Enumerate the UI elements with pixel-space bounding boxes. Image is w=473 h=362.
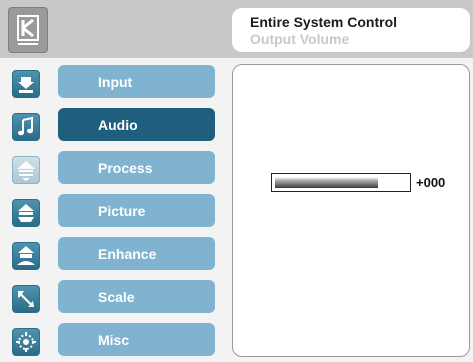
page-subtitle: Output Volume	[250, 31, 350, 47]
menu-item-process[interactable]: Process	[0, 150, 220, 190]
audio-button[interactable]: Audio	[58, 108, 215, 141]
enhance-icon	[12, 242, 40, 270]
menu-item-picture[interactable]: Picture	[0, 193, 220, 233]
menu-item-misc[interactable]: Misc	[0, 322, 220, 362]
menu-item-input[interactable]: Input	[0, 64, 220, 104]
process-button[interactable]: Process	[58, 151, 215, 184]
music-note-icon	[12, 113, 40, 141]
enhance-button[interactable]: Enhance	[58, 237, 215, 270]
scale-icon	[12, 285, 40, 313]
output-volume-value: +000	[416, 175, 446, 190]
content-panel: +000	[232, 64, 470, 357]
menu-item-scale[interactable]: Scale	[0, 279, 220, 319]
input-button[interactable]: Input	[58, 65, 215, 98]
kramer-logo	[8, 7, 48, 53]
picture-button[interactable]: Picture	[58, 194, 215, 227]
kramer-k-logo-icon	[17, 15, 39, 45]
header-panel: Entire System Control Output Volume	[232, 8, 470, 52]
output-volume-slider[interactable]	[271, 173, 411, 192]
misc-icon	[12, 328, 40, 356]
scale-button[interactable]: Scale	[58, 280, 215, 313]
process-icon	[12, 156, 40, 184]
output-volume-level	[275, 177, 378, 188]
picture-icon	[12, 199, 40, 227]
page-title: Entire System Control	[250, 14, 398, 30]
input-arrow-icon	[12, 70, 40, 98]
menu-item-audio[interactable]: Audio	[0, 107, 220, 147]
menu-item-enhance[interactable]: Enhance	[0, 236, 220, 276]
misc-button[interactable]: Misc	[58, 323, 215, 356]
